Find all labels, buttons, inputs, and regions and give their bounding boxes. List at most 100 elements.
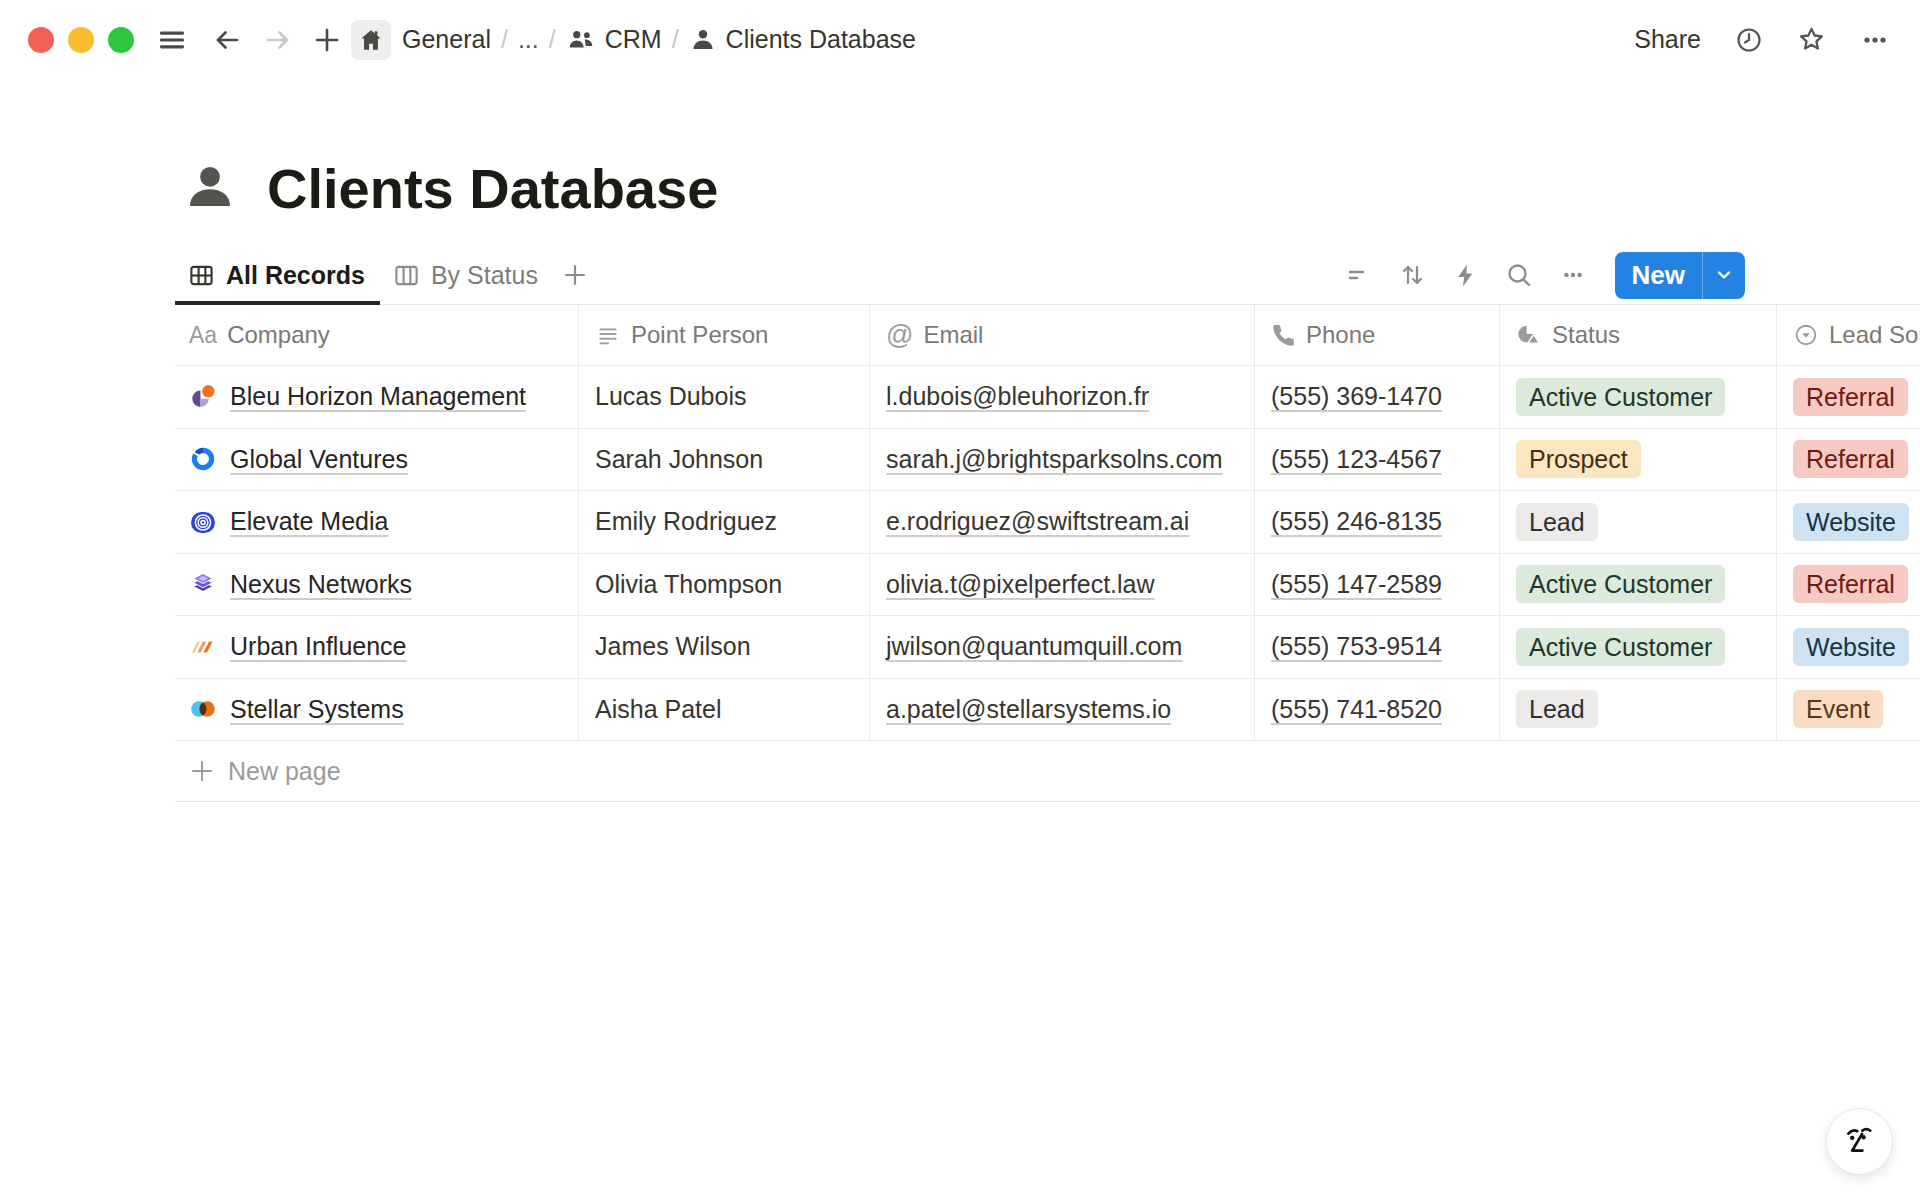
- email-link[interactable]: a.patel@stellarsystems.io: [886, 695, 1171, 724]
- history-clock-icon[interactable]: [1735, 26, 1763, 54]
- phone-link[interactable]: (555) 741-8520: [1271, 695, 1442, 724]
- breadcrumb-item-general[interactable]: General: [402, 25, 491, 54]
- status-badge[interactable]: Lead: [1516, 690, 1598, 728]
- email-link[interactable]: e.rodriguez@swiftstream.ai: [886, 507, 1189, 536]
- table-row[interactable]: Urban Influence James Wilson jwilson@qua…: [175, 616, 1920, 679]
- breadcrumb: General / ... / CRM / Clients Database: [402, 25, 916, 55]
- phone-link[interactable]: (555) 753-9514: [1271, 632, 1442, 661]
- point-person-cell[interactable]: Sarah Johnson: [595, 445, 763, 474]
- lead-source-badge[interactable]: Website: [1793, 503, 1909, 541]
- back-icon[interactable]: [213, 26, 241, 54]
- lead-source-badge[interactable]: Referral: [1793, 565, 1908, 603]
- board-view-icon: [393, 262, 420, 289]
- company-name-link[interactable]: Elevate Media: [230, 507, 388, 536]
- company-logo: [189, 695, 217, 723]
- window-topbar: General / ... / CRM / Clients Database S…: [0, 0, 1920, 79]
- lead-source-badge[interactable]: Referral: [1793, 378, 1908, 416]
- table-row[interactable]: Global Ventures Sarah Johnson sarah.j@br…: [175, 429, 1920, 492]
- column-header-point-person[interactable]: Point Person: [579, 305, 870, 366]
- email-link[interactable]: jwilson@quantumquill.com: [886, 632, 1182, 661]
- favorite-star-icon[interactable]: [1797, 25, 1826, 54]
- new-record-button[interactable]: New: [1615, 252, 1745, 299]
- status-badge[interactable]: Active Customer: [1516, 378, 1725, 416]
- email-link[interactable]: olivia.t@pixelperfect.law: [886, 570, 1155, 599]
- plus-icon: [189, 758, 215, 784]
- page-title: Clients Database: [267, 156, 718, 221]
- table-row[interactable]: Stellar Systems Aisha Patel a.patel@stel…: [175, 679, 1920, 742]
- email-link[interactable]: l.dubois@bleuhorizon.fr: [886, 382, 1149, 411]
- company-name-link[interactable]: Nexus Networks: [230, 570, 412, 599]
- point-person-cell[interactable]: Aisha Patel: [595, 695, 721, 724]
- minimize-window-button[interactable]: [68, 27, 94, 53]
- close-window-button[interactable]: [28, 27, 54, 53]
- company-logo: [189, 508, 217, 536]
- home-button[interactable]: [351, 20, 391, 60]
- company-logo: [189, 383, 217, 411]
- zoom-window-button[interactable]: [108, 27, 134, 53]
- phone-link[interactable]: (555) 123-4567: [1271, 445, 1442, 474]
- status-badge[interactable]: Active Customer: [1516, 628, 1725, 666]
- company-logo: [189, 570, 217, 598]
- filter-icon[interactable]: [1344, 261, 1372, 289]
- company-name-link[interactable]: Global Ventures: [230, 445, 408, 474]
- status-property-icon: [1516, 322, 1542, 348]
- page-icon-person[interactable]: [187, 165, 233, 211]
- select-property-icon: [1793, 322, 1819, 348]
- table-row[interactable]: Elevate Media Emily Rodriguez e.rodrigue…: [175, 491, 1920, 554]
- breadcrumb-separator: /: [672, 25, 679, 54]
- point-person-cell[interactable]: Lucas Dubois: [595, 382, 746, 411]
- records-table: Aa Company Point Person @ Email Phone: [175, 305, 1920, 802]
- search-icon[interactable]: [1505, 261, 1533, 289]
- breadcrumb-item-crm[interactable]: CRM: [566, 25, 662, 55]
- forward-icon[interactable]: [264, 26, 292, 54]
- company-name-link[interactable]: Bleu Horizon Management: [230, 382, 526, 411]
- lead-source-badge[interactable]: Website: [1793, 628, 1909, 666]
- column-header-status[interactable]: Status: [1500, 305, 1777, 366]
- email-link[interactable]: sarah.j@brightsparksolns.com: [886, 445, 1223, 474]
- notion-ai-button[interactable]: [1826, 1108, 1893, 1175]
- point-person-cell[interactable]: James Wilson: [595, 632, 751, 661]
- phone-link[interactable]: (555) 246-8135: [1271, 507, 1442, 536]
- table-row[interactable]: Bleu Horizon Management Lucas Dubois l.d…: [175, 366, 1920, 429]
- column-header-lead-source[interactable]: Lead Source: [1777, 305, 1920, 366]
- people-icon: [566, 25, 596, 55]
- company-name-link[interactable]: Stellar Systems: [230, 695, 404, 724]
- breadcrumb-item-clients-database[interactable]: Clients Database: [689, 25, 916, 54]
- share-button[interactable]: Share: [1634, 25, 1701, 54]
- phone-link[interactable]: (555) 147-2589: [1271, 570, 1442, 599]
- phone-link[interactable]: (555) 369-1470: [1271, 382, 1442, 411]
- point-person-cell[interactable]: Olivia Thompson: [595, 570, 782, 599]
- view-tabs: All Records By Status: [175, 245, 588, 305]
- more-options-icon[interactable]: [1860, 25, 1890, 55]
- table-view-icon: [188, 262, 215, 289]
- lead-source-badge[interactable]: Event: [1793, 690, 1883, 728]
- tab-by-status[interactable]: By Status: [380, 245, 553, 305]
- table-row[interactable]: Nexus Networks Olivia Thompson olivia.t@…: [175, 554, 1920, 617]
- add-view-icon[interactable]: [562, 262, 588, 288]
- sort-icon[interactable]: [1398, 261, 1426, 289]
- view-options-icon[interactable]: [1559, 261, 1587, 289]
- chevron-down-icon[interactable]: [1703, 265, 1745, 285]
- point-person-cell[interactable]: Emily Rodriguez: [595, 507, 777, 536]
- new-page-button[interactable]: New page: [175, 741, 1920, 802]
- column-header-email[interactable]: @ Email: [870, 305, 1255, 366]
- person-icon: [689, 26, 717, 54]
- column-header-company[interactable]: Aa Company: [175, 305, 579, 366]
- status-badge[interactable]: Lead: [1516, 503, 1598, 541]
- company-name-link[interactable]: Urban Influence: [230, 632, 407, 661]
- tab-all-records[interactable]: All Records: [175, 245, 380, 305]
- status-badge[interactable]: Active Customer: [1516, 565, 1725, 603]
- column-header-phone[interactable]: Phone: [1255, 305, 1500, 366]
- breadcrumb-separator: /: [549, 25, 556, 54]
- new-tab-icon[interactable]: [314, 27, 340, 53]
- breadcrumb-collapsed[interactable]: ...: [518, 25, 539, 54]
- automation-lightning-icon[interactable]: [1452, 262, 1479, 289]
- email-at-icon: @: [886, 320, 913, 351]
- table-header-row: Aa Company Point Person @ Email Phone: [175, 305, 1920, 366]
- lead-source-badge[interactable]: Referral: [1793, 440, 1908, 478]
- text-property-icon: [595, 322, 621, 348]
- company-logo: [189, 445, 217, 473]
- sidebar-menu-icon[interactable]: [158, 26, 186, 54]
- breadcrumb-separator: /: [501, 25, 508, 54]
- status-badge[interactable]: Prospect: [1516, 440, 1641, 478]
